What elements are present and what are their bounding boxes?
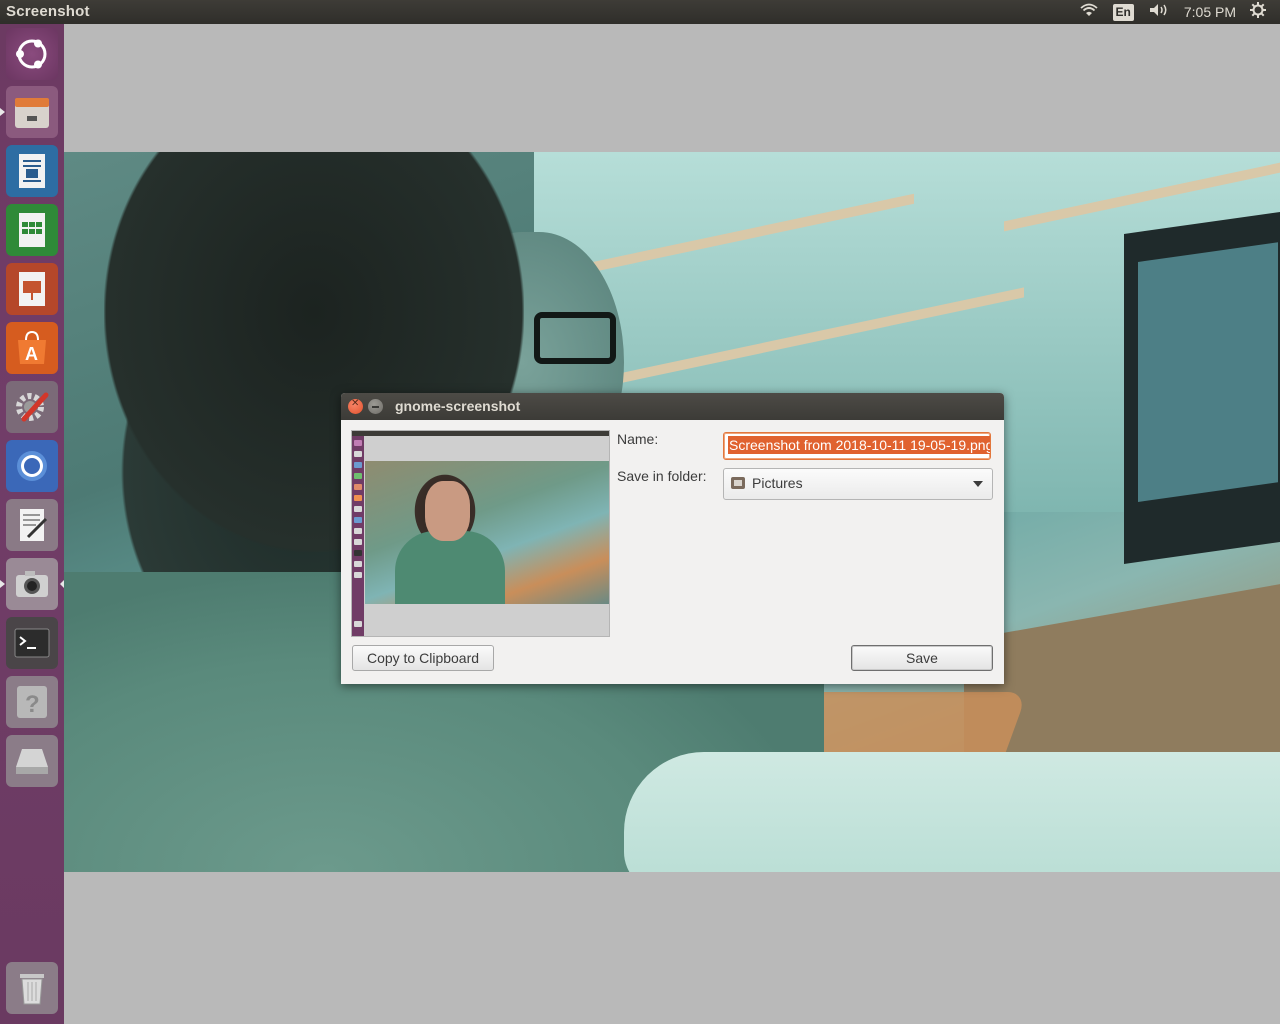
launcher-help[interactable]: ? bbox=[6, 676, 58, 728]
launcher-running-indicator bbox=[0, 580, 5, 588]
launcher-screenshot[interactable] bbox=[6, 558, 58, 610]
launcher-ubuntu-dash[interactable] bbox=[6, 28, 58, 80]
close-icon[interactable] bbox=[348, 398, 363, 414]
settings-gear-icon[interactable] bbox=[1250, 2, 1266, 22]
launcher-impress[interactable] bbox=[6, 263, 58, 315]
save-folder-label: Save in folder: bbox=[617, 468, 707, 484]
top-panel: Screenshot En 7:05 PM bbox=[0, 0, 1280, 24]
calc-spreadsheet-icon bbox=[19, 213, 45, 247]
disk-drive-icon bbox=[16, 749, 48, 774]
svg-text:A: A bbox=[25, 344, 38, 364]
launcher-disk[interactable] bbox=[6, 735, 58, 787]
terminal-icon bbox=[14, 628, 50, 658]
launcher-files[interactable] bbox=[6, 86, 58, 138]
launcher-chromium[interactable] bbox=[6, 440, 58, 492]
text-editor-icon bbox=[20, 509, 48, 541]
folder-icon bbox=[731, 477, 745, 489]
camera-icon bbox=[16, 571, 48, 597]
filename-input[interactable]: Screenshot from 2018-10-11 19-05-19.png bbox=[723, 432, 991, 460]
impress-presentation-icon bbox=[19, 272, 45, 306]
settings-wrench-icon bbox=[16, 392, 49, 422]
trash-icon bbox=[20, 974, 44, 1005]
copy-to-clipboard-button[interactable]: Copy to Clipboard bbox=[352, 645, 494, 671]
volume-icon[interactable] bbox=[1148, 2, 1170, 22]
ubuntu-logo-icon bbox=[16, 39, 47, 69]
launcher-focused-indicator bbox=[60, 580, 64, 588]
launcher-trash[interactable] bbox=[6, 962, 58, 1014]
system-tray: En 7:05 PM bbox=[1079, 0, 1280, 24]
launcher-system-settings[interactable] bbox=[6, 381, 58, 433]
minimize-icon[interactable] bbox=[368, 399, 383, 414]
wifi-icon[interactable] bbox=[1079, 2, 1099, 22]
name-label: Name: bbox=[617, 431, 659, 447]
save-screenshot-dialog: gnome-screenshot Name: Screenshot from 2… bbox=[341, 393, 1004, 684]
file-cabinet-icon bbox=[15, 98, 49, 128]
monitor bbox=[1124, 210, 1280, 564]
save-folder-select[interactable]: Pictures bbox=[723, 468, 993, 500]
launcher-writer[interactable] bbox=[6, 145, 58, 197]
writer-document-icon bbox=[19, 154, 45, 188]
clock[interactable]: 7:05 PM bbox=[1184, 4, 1236, 20]
dialog-title: gnome-screenshot bbox=[395, 398, 521, 414]
filename-selected-text: Screenshot from 2018-10-11 19-05-19.png bbox=[728, 436, 990, 454]
launcher-software[interactable]: A bbox=[6, 322, 58, 374]
person-arm bbox=[624, 752, 1280, 872]
launcher-calc[interactable] bbox=[6, 204, 58, 256]
save-button[interactable]: Save bbox=[851, 645, 993, 671]
svg-text:?: ? bbox=[25, 691, 40, 718]
launcher: A ? bbox=[0, 24, 64, 1024]
chevron-down-icon bbox=[973, 481, 983, 487]
software-bag-icon: A bbox=[18, 330, 46, 364]
help-question-icon: ? bbox=[17, 686, 47, 718]
save-folder-value: Pictures bbox=[752, 475, 803, 491]
keyboard-layout-icon[interactable]: En bbox=[1112, 3, 1134, 21]
active-app-title: Screenshot bbox=[6, 3, 90, 20]
screenshot-preview bbox=[351, 430, 610, 637]
glasses bbox=[534, 312, 616, 364]
dialog-titlebar[interactable]: gnome-screenshot bbox=[341, 393, 1004, 420]
launcher-terminal[interactable] bbox=[6, 617, 58, 669]
launcher-text-editor[interactable] bbox=[6, 499, 58, 551]
launcher-running-indicator bbox=[0, 108, 5, 116]
chromium-browser-icon bbox=[17, 451, 47, 481]
